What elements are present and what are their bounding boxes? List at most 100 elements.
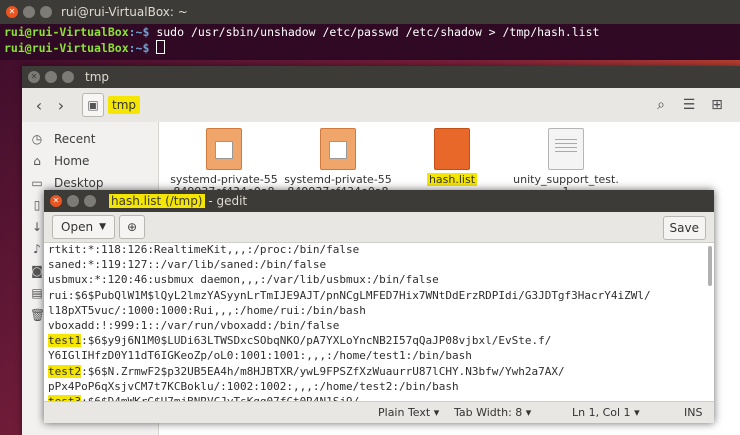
terminal-window[interactable]: ✕ rui@rui-VirtualBox: ~ rui@rui-VirtualB… (0, 0, 740, 60)
terminal-title: rui@rui-VirtualBox: ~ (61, 5, 188, 19)
line-text: rui:$6$PubQlW1M$lQyL2lmzYASyynLrTmIJE9AJ… (48, 288, 651, 302)
file-item[interactable]: unity_support_test.1 (511, 128, 621, 198)
syntax-selector[interactable]: Plain Text ▾ (378, 406, 439, 419)
line-text: pPx4PoP6qXsjvCM7t7KCBoklu/:1002:1002:,,,… (48, 379, 459, 393)
text-line: Y6IGlIHfzD0Y11dT6IGKeoZp/oL0:1001:1001:,… (48, 348, 708, 363)
text-line: usbmux:*:120:46:usbmux daemon,,,:/var/li… (48, 272, 708, 287)
line-text: l18pXT5vuc/:1000:1000:Rui,,,:/home/rui:/… (48, 303, 366, 317)
scrollbar[interactable] (708, 246, 712, 286)
sidebar-item-home[interactable]: ⌂ Home (22, 150, 158, 172)
text-editor[interactable]: rtkit:*:118:126:RealtimeKit,,,:/proc:/bi… (44, 242, 708, 402)
highlighted-username: test1 (48, 334, 82, 348)
text-line: test2:$6$N.ZrmwF2$p32UB5EA4h/m8HJBTXR/yw… (48, 364, 708, 379)
maximize-icon[interactable] (40, 6, 52, 18)
line-text: Y6IGlIHfzD0Y11dT6IGKeoZp/oL0:1001:1001:,… (48, 349, 472, 363)
syntax-label: Plain Text (378, 406, 431, 419)
list-view-icon: ☰ (682, 97, 696, 113)
text-line: pPx4PoP6qXsjvCM7t7KCBoklu/:1002:1002:,,,… (48, 379, 708, 394)
minimize-icon[interactable] (67, 195, 79, 207)
search-icon: ⌕ (657, 97, 665, 113)
file-item-hash-list[interactable]: hash.list (397, 128, 507, 186)
line-text: :$6$N.ZrmwF2$p32UB5EA4h/m8HJBTXR/ywL9FPS… (81, 364, 565, 378)
terminal-cursor (156, 40, 166, 54)
terminal-output[interactable]: rui@rui-VirtualBox:~$ sudo /usr/sbin/uns… (0, 24, 740, 57)
chevron-down-icon: ▾ (634, 406, 640, 419)
forward-button[interactable]: › (50, 93, 72, 117)
close-icon[interactable]: ✕ (6, 6, 18, 18)
gedit-toolbar: Open ▼ ⊕ Save (44, 212, 714, 243)
status-bar: Plain Text ▾ Tab Width: 8 ▾ Ln 1, Col 1 … (44, 401, 714, 423)
terminal-command: sudo /usr/sbin/unshadow /etc/passwd /etc… (149, 25, 600, 39)
text-file-icon (434, 128, 470, 170)
text-line: rtkit:*:118:126:RealtimeKit,,,:/proc:/bi… (48, 242, 708, 257)
text-line: test1:$6$y9j6N1M0$LUDi63LTWSDxcSObqNKO/p… (48, 333, 708, 348)
open-label: Open (61, 220, 94, 234)
folder-lock-icon (320, 128, 356, 170)
chevron-down-icon: ▾ (525, 406, 532, 419)
gedit-window[interactable]: ✕ hash.list (/tmp) - gedit Open ▼ ⊕ Save… (44, 190, 714, 423)
tab-width-label: Tab Width: 8 (454, 406, 523, 419)
line-text: rtkit:*:118:126:RealtimeKit,,,:/proc:/bi… (48, 243, 360, 256)
close-icon[interactable]: ✕ (50, 195, 62, 207)
path-current-button[interactable]: tmp (108, 96, 141, 114)
file-item[interactable]: systemd-private-55849937ef434e0a8 (283, 128, 393, 198)
open-button[interactable]: Open ▼ (52, 215, 115, 239)
text-line: saned:*:119:127::/var/lib/saned:/bin/fal… (48, 257, 708, 272)
text-line: rui:$6$PubQlW1M$lQyL2lmzYASyynLrTmIJE9AJ… (48, 288, 708, 303)
file-name: hash.list (426, 173, 478, 186)
minimize-icon[interactable] (45, 71, 57, 83)
document-icon: ▯ (33, 198, 41, 212)
window-title: hash.list (/tmp) - gedit (109, 194, 247, 208)
terminal-titlebar[interactable]: ✕ rui@rui-VirtualBox: ~ (0, 0, 740, 24)
minimize-icon[interactable] (23, 6, 35, 18)
camera-icon: ◙ (31, 264, 43, 278)
view-grid-button[interactable]: ⊞ (706, 94, 728, 116)
prompt-path: :~$ (128, 25, 150, 39)
path-home-button[interactable]: ▣ (82, 93, 104, 117)
title-filename: hash.list (/tmp) (109, 194, 205, 208)
folder-lock-icon (206, 128, 242, 170)
maximize-icon[interactable] (62, 71, 74, 83)
prompt-path: :~$ (128, 41, 150, 55)
file-manager-toolbar: ‹ › ▣ tmp ⌕ ☰ ⊞ (22, 88, 740, 123)
new-tab-button[interactable]: ⊕ (118, 215, 145, 239)
new-document-icon: ⊕ (126, 220, 138, 234)
window-title: tmp (85, 70, 110, 84)
line-text: vboxadd:!:999:1::/var/run/vboxadd:/bin/f… (48, 318, 340, 332)
position-label: Ln 1, Col 1 (572, 406, 631, 419)
chevron-down-icon: ▼ (99, 222, 106, 232)
gedit-titlebar[interactable]: ✕ hash.list (/tmp) - gedit (44, 190, 714, 212)
trash-icon: 🗑 (30, 308, 46, 322)
view-list-button[interactable]: ☰ (678, 94, 700, 116)
prompt-user: rui@rui-VirtualBox (4, 25, 129, 39)
save-button[interactable]: Save (662, 216, 706, 240)
maximize-icon[interactable] (84, 195, 96, 207)
sidebar-item-label: Home (54, 154, 90, 168)
desktop-icon: ▭ (31, 176, 43, 190)
download-icon: ↓ (31, 220, 43, 234)
close-icon[interactable]: ✕ (28, 71, 40, 83)
sidebar-item-label: Recent (54, 132, 96, 146)
video-icon: ▤ (31, 286, 43, 300)
text-line: vboxadd:!:999:1::/var/run/vboxadd:/bin/f… (48, 318, 708, 333)
text-line: l18pXT5vuc/:1000:1000:Rui,,,:/home/rui:/… (48, 303, 708, 318)
chevron-left-icon: ‹ (35, 95, 43, 115)
file-manager-titlebar[interactable]: ✕ tmp (22, 66, 740, 88)
home-drive-icon: ▣ (87, 98, 99, 112)
file-item[interactable]: systemd-private-55849937ef434e0a8 (169, 128, 279, 198)
music-icon: ♪ (33, 242, 41, 256)
grid-view-icon: ⊞ (711, 97, 723, 113)
prompt-user: rui@rui-VirtualBox (4, 41, 129, 55)
sidebar-item-recent[interactable]: ◷ Recent (22, 128, 158, 150)
search-button[interactable]: ⌕ (650, 94, 672, 116)
line-text: usbmux:*:120:46:usbmux daemon,,,:/var/li… (48, 273, 439, 287)
cursor-position[interactable]: Ln 1, Col 1 ▾ (572, 406, 640, 419)
chevron-right-icon: › (57, 95, 65, 115)
home-icon: ⌂ (33, 154, 41, 168)
title-app: - gedit (204, 194, 248, 208)
tab-width-selector[interactable]: Tab Width: 8 ▾ (454, 406, 531, 419)
sidebar-item-label: Desktop (54, 176, 104, 190)
document-icon (548, 128, 584, 170)
back-button[interactable]: ‹ (28, 93, 50, 117)
line-text: saned:*:119:127::/var/lib/saned:/bin/fal… (48, 258, 327, 272)
